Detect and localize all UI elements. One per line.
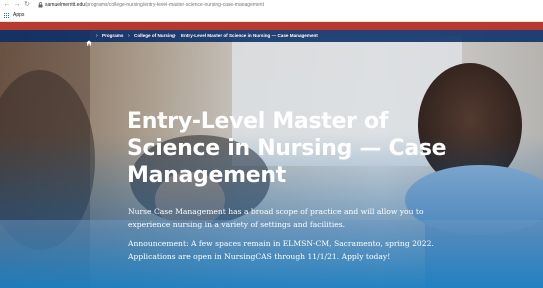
breadcrumb-current-page: Entry-Level Master of Science in Nursing… — [181, 33, 318, 38]
apps-grid-icon[interactable] — [4, 12, 10, 19]
home-icon[interactable] — [86, 33, 92, 46]
breadcrumb-programs[interactable]: Programs — [102, 30, 123, 42]
program-description: Nurse Case Management has a broad scope … — [128, 207, 424, 229]
breadcrumb-separator: › — [128, 33, 130, 39]
announcement-text: Announcement: A few spaces remain in ELM… — [128, 239, 434, 261]
forward-icon[interactable]: → — [12, 0, 22, 10]
page-title: Entry-Level Master of Science in Nursing… — [127, 109, 447, 188]
reload-icon[interactable]: ↻ — [22, 0, 32, 10]
url-domain: samuelmerritt.edu — [45, 2, 86, 8]
browser-window: ← → ↻ samuelmerritt.edu/programs/college… — [0, 0, 543, 288]
url-field[interactable]: samuelmerritt.edu/programs/college-nursi… — [45, 0, 264, 10]
back-icon[interactable]: ← — [2, 0, 12, 10]
lock-icon[interactable] — [36, 0, 44, 10]
breadcrumb: › Programs › College of Nursing › Entry-… — [0, 30, 543, 46]
breadcrumb-college-of-nursing[interactable]: College of Nursing — [134, 30, 175, 42]
bookmarks-bar: Apps — [0, 10, 543, 22]
breadcrumb-separator: › — [96, 33, 98, 39]
url-path: /programs/college-nursing/entry-level-ma… — [85, 2, 264, 8]
hero-section: › Programs › College of Nursing › Entry-… — [0, 30, 543, 288]
breadcrumb-separator: › — [174, 33, 176, 39]
site-header-bar — [0, 22, 543, 30]
address-bar: ← → ↻ samuelmerritt.edu/programs/college… — [0, 0, 543, 10]
apps-bookmark[interactable]: Apps — [13, 10, 24, 21]
